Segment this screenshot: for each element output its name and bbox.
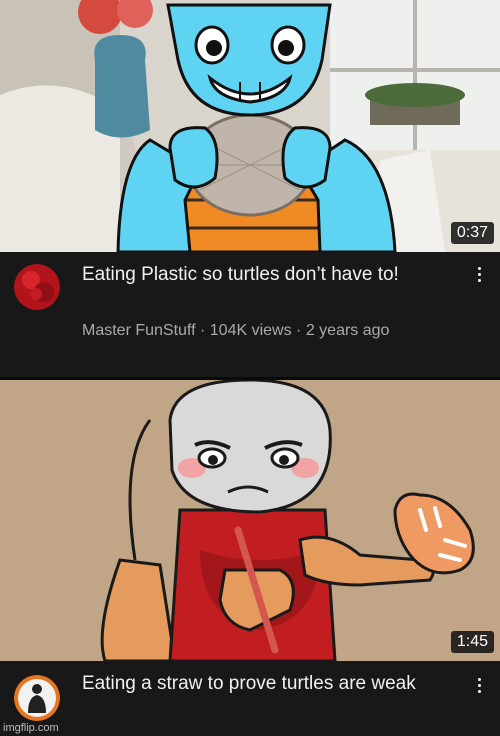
video-card-2[interactable]: 1:45 Eating a straw to prove turtles are…: [0, 380, 500, 736]
upload-age-1: 2 years ago: [305, 322, 390, 339]
channel-name-1[interactable]: Master FunStuff: [82, 322, 196, 339]
imgflip-watermark: imgflip.com: [3, 722, 59, 734]
more-vert-icon[interactable]: [472, 262, 486, 286]
channel-avatar-2[interactable]: [14, 675, 60, 721]
video-duration-badge-1: 0:37: [450, 222, 494, 244]
channel-avatar-1[interactable]: [14, 264, 60, 310]
thumbnail-image-2: [0, 380, 500, 661]
meta-separator-1a: ·: [199, 322, 206, 339]
video-title-1[interactable]: Eating Plastic so turtles don’t have to!: [82, 262, 452, 287]
video-thumbnail-1[interactable]: 0:37: [0, 0, 500, 252]
more-vert-icon[interactable]: [472, 673, 486, 697]
video-title-2[interactable]: Eating a straw to prove turtles are weak: [82, 671, 452, 696]
video-duration-badge-2: 1:45: [450, 631, 494, 653]
meta-separator-1b: ·: [296, 322, 302, 339]
view-count-1: 104K views: [209, 322, 292, 339]
video-card-1[interactable]: 0:37 Eating Plastic so turtles don’t hav…: [0, 0, 500, 380]
video-subline-1: Master FunStuff · 104K views · 2 years a…: [82, 322, 389, 340]
video-details-2: Eating a straw to prove turtles are weak: [0, 661, 500, 736]
video-details-1: Eating Plastic so turtles don’t have to!…: [0, 252, 500, 380]
video-thumbnail-2[interactable]: 1:45: [0, 380, 500, 661]
channel-avatar-image-2: [14, 675, 60, 721]
thumbnail-image-1: [0, 0, 500, 252]
channel-avatar-image-1: [14, 264, 60, 310]
